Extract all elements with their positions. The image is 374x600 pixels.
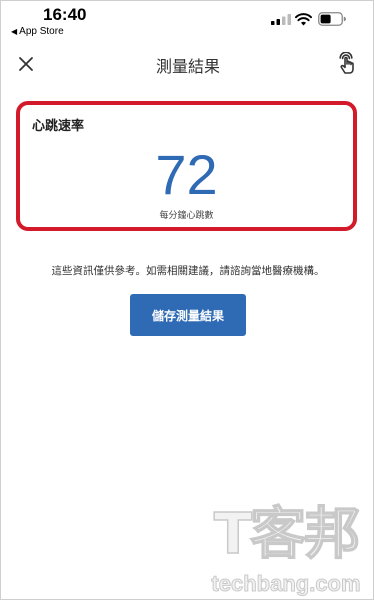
battery-icon <box>318 12 346 26</box>
cellular-signal-icon <box>271 14 291 25</box>
status-bar: 16:40 ◀ App Store <box>1 1 374 41</box>
heart-rate-unit: 每分鐘心跳數 <box>159 211 214 221</box>
status-time: 16:40 <box>43 5 87 24</box>
app-bar: 測量結果 <box>1 45 374 85</box>
heart-rate-title: 心跳速率 <box>32 119 85 134</box>
heart-rate-value: 72 <box>155 143 218 206</box>
watermark-main: T客邦 <box>213 501 361 568</box>
watermark-sub: techbang.com <box>211 571 361 597</box>
save-result-button[interactable]: 儲存測量結果 <box>130 294 246 336</box>
wifi-icon <box>295 13 312 26</box>
heart-rate-card: 心跳速率 72 每分鐘心跳數 <box>16 101 357 231</box>
disclaimer-text: 這些資訊僅供參考。如需相關建議，請諮詢當地醫療機構。 <box>51 265 325 277</box>
screen-frame: 16:40 ◀ App Store 測量結果 心跳速率 72 每分鐘心跳數 這些… <box>0 0 374 600</box>
page-title: 測量結果 <box>155 57 220 76</box>
watermark-logo: T客邦 techbang.com <box>211 499 361 599</box>
gesture-button[interactable] <box>335 51 361 77</box>
back-app-label: App Store <box>19 26 64 37</box>
back-to-app-link[interactable]: ◀ App Store <box>11 26 64 37</box>
back-triangle-icon: ◀ <box>11 27 18 36</box>
hand-pointer-icon <box>339 52 354 74</box>
